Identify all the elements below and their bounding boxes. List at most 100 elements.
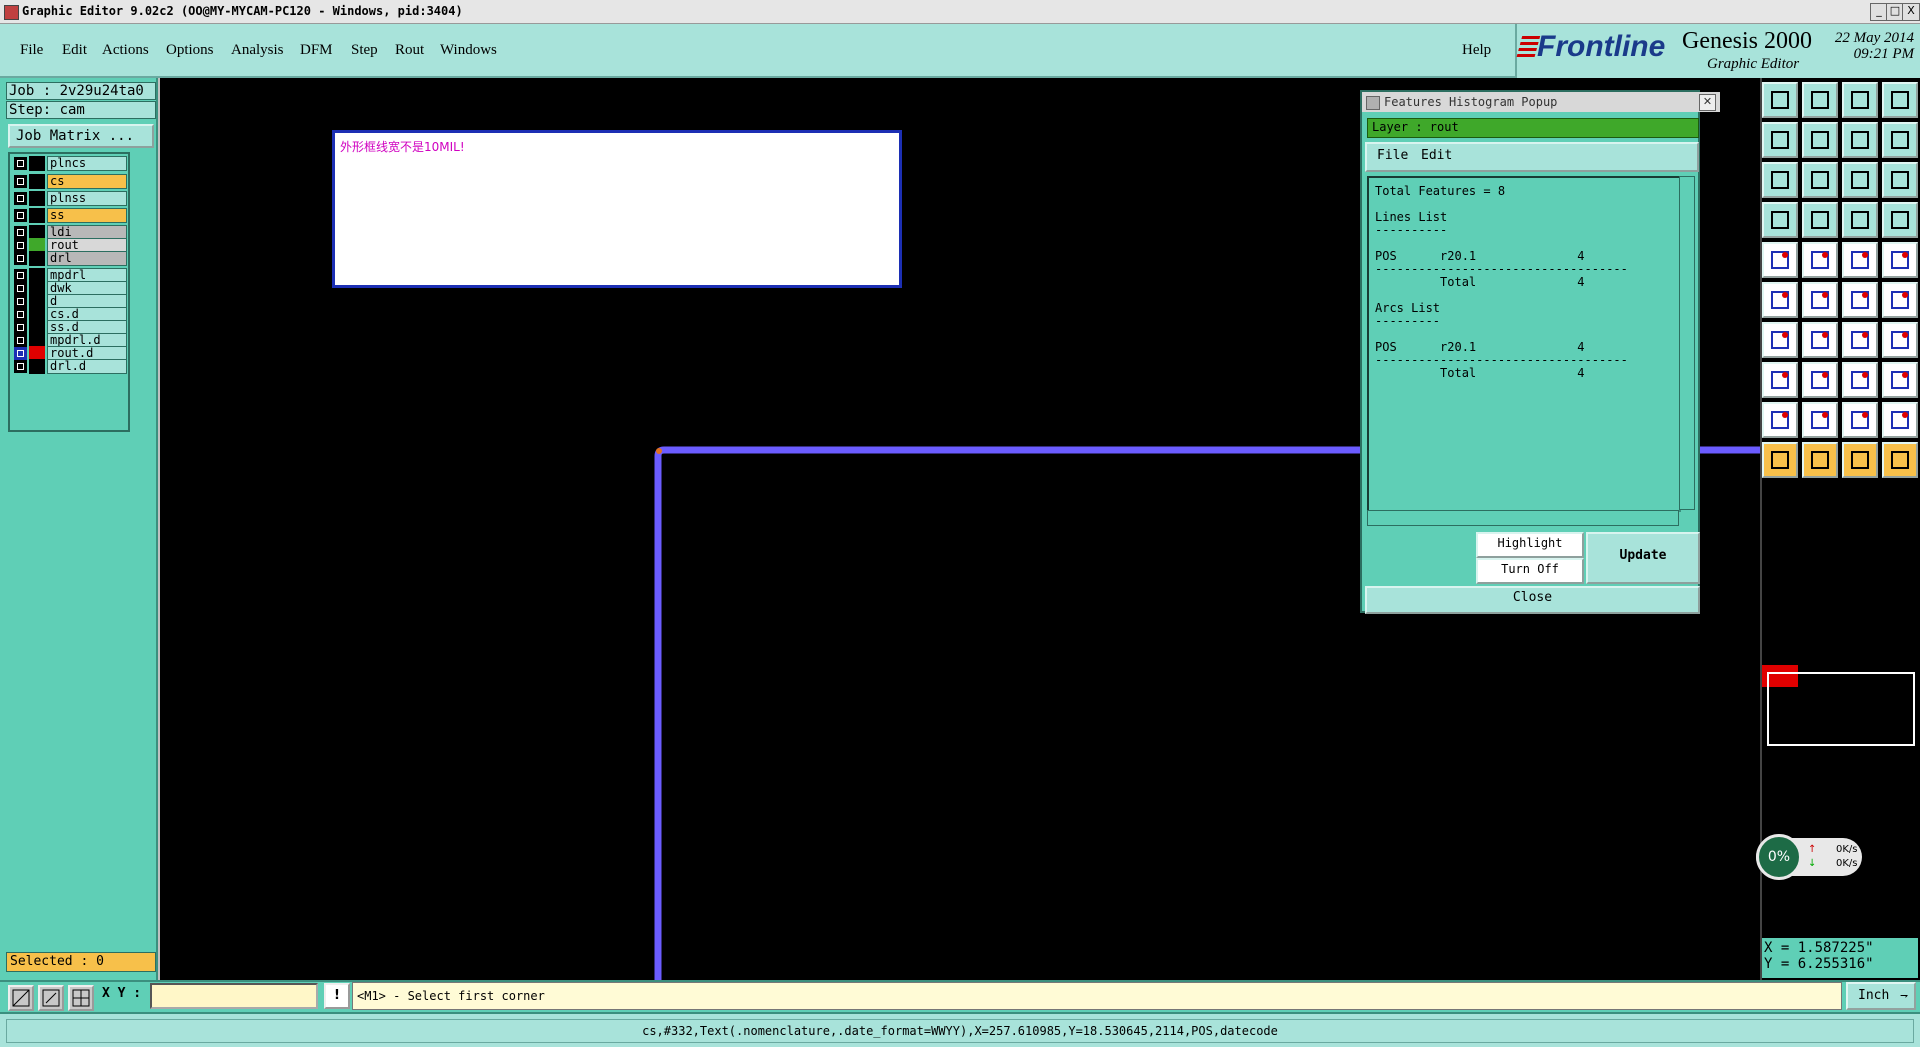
menu-help[interactable]: Help [1462,42,1491,59]
dot-icon[interactable] [1882,242,1918,278]
layer-checkbox[interactable] [14,157,27,170]
menu-rout[interactable]: Rout [395,42,424,59]
undo-icon[interactable] [1842,122,1878,158]
center-icon[interactable] [1802,162,1838,198]
points-icon[interactable] [1842,282,1878,318]
layer-row[interactable]: drl [12,251,128,266]
link-icon[interactable] [1882,202,1918,238]
layers-icon[interactable] [1842,202,1878,238]
layer-color-swatch[interactable] [29,359,45,374]
popup-menu-edit[interactable]: Edit [1421,148,1452,163]
layer-row[interactable]: plnss [12,191,128,206]
arrow-b-icon[interactable] [1882,402,1918,438]
triangle-icon[interactable] [1762,402,1798,438]
zoom-window-icon[interactable] [8,985,34,1011]
menu-file[interactable]: File [20,42,43,59]
node-icon[interactable] [1882,282,1918,318]
menu-edit[interactable]: Edit [62,42,87,59]
layer-row[interactable]: cs [12,174,128,189]
layer-checkbox[interactable] [14,252,27,265]
job-matrix-button[interactable]: Job Matrix ... [8,124,154,148]
select-icon[interactable] [1802,442,1838,478]
units-select[interactable]: Inch ⇁ [1846,982,1916,1010]
house-icon[interactable] [1842,82,1878,118]
circle-icon[interactable] [1762,242,1798,278]
update-button[interactable]: Update [1586,532,1700,584]
vertical-scrollbar[interactable] [1679,176,1695,510]
grid-icon[interactable] [1802,202,1838,238]
angle-icon[interactable] [1762,322,1798,358]
arc-icon[interactable] [1842,322,1878,358]
layout-icon[interactable] [1882,82,1918,118]
multi-select-icon[interactable] [1882,442,1918,478]
layer-name[interactable]: plnss [47,191,127,206]
horizontal-scrollbar[interactable] [1367,510,1679,526]
cross-icon[interactable] [1802,282,1838,318]
grid-icon[interactable] [68,985,94,1011]
popup-title-bar: Features Histogram Popup ✕ [1362,92,1720,112]
layer-color-swatch[interactable] [29,251,45,266]
pads-icon[interactable] [1842,242,1878,278]
highlight-button[interactable]: Highlight [1476,532,1584,558]
route-icon[interactable] [1882,322,1918,358]
layer-checkbox[interactable] [14,175,27,188]
layer-name[interactable]: cs [47,174,127,189]
histogram-line: ---------- [1375,223,1448,237]
menu-analysis[interactable]: Analysis [231,42,284,59]
layer-name[interactable]: drl [47,251,127,266]
home-icon[interactable] [1762,82,1798,118]
histogram-line: Total 4 [1375,366,1585,380]
download-rate: 0K/s [1836,858,1858,869]
layer-row[interactable]: ss [12,208,128,223]
line-icon[interactable] [1802,362,1838,398]
product-name: Genesis 2000 [1682,28,1812,54]
layer-row[interactable]: drl.d [12,359,128,374]
menu-step[interactable]: Step [351,42,378,59]
arrow-a-icon[interactable] [1842,402,1878,438]
menu-options[interactable]: Options [166,42,214,59]
menu-windows[interactable]: Windows [440,42,497,59]
brand-logo: Frontline [1537,30,1666,63]
layer-color-swatch[interactable] [29,191,45,206]
layer-checkbox[interactable] [14,209,27,222]
copy-icon[interactable] [1882,362,1918,398]
move-icon[interactable] [1842,362,1878,398]
layer-name[interactable]: drl.d [47,359,127,374]
menu-actions[interactable]: Actions [102,42,149,59]
pen-icon[interactable] [1802,322,1838,358]
layer-color-swatch[interactable] [29,156,45,171]
layer-color-swatch[interactable] [29,208,45,223]
fit-icon[interactable] [1762,162,1798,198]
scale-icon[interactable] [1842,162,1878,198]
layer-row[interactable]: plncs [12,156,128,171]
layer-checkbox[interactable] [14,360,27,373]
save-icon[interactable] [1802,82,1838,118]
layer-checkbox[interactable] [14,192,27,205]
right-arrow-icon[interactable] [1802,122,1838,158]
layer-name[interactable]: ss [47,208,127,223]
redo-icon[interactable] [1882,122,1918,158]
measure-icon[interactable] [38,985,64,1011]
popup-close-icon[interactable]: ✕ [1699,94,1716,111]
left-arrow-icon[interactable] [1762,122,1798,158]
status-text: cs,#332,Text(.nomenclature,.date_format=… [6,1019,1914,1043]
popup-close-button[interactable]: Close [1365,586,1700,614]
histogram-list[interactable]: Total Features = 8 Lines List ---------- PO… [1367,176,1681,512]
layer-name[interactable]: plncs [47,156,127,171]
close-window-button[interactable]: X [1902,3,1920,21]
connect-icon[interactable] [1762,282,1798,318]
selector-icon[interactable] [1842,442,1878,478]
overview-window[interactable] [1767,672,1915,746]
layer-color-swatch[interactable] [29,174,45,189]
xy-input[interactable] [150,983,318,1009]
polygon-icon[interactable] [1802,242,1838,278]
exclaim-button[interactable]: ! [324,983,350,1009]
help-icon[interactable] [1882,162,1918,198]
popup-menu-file[interactable]: File [1377,148,1408,163]
add-pad-icon[interactable] [1762,362,1798,398]
snap-icon[interactable] [1762,202,1798,238]
turn-off-button[interactable]: Turn Off [1476,558,1584,584]
menu-dfm[interactable]: DFM [300,42,333,59]
arrow-up-icon[interactable] [1802,402,1838,438]
pointer-icon[interactable] [1762,442,1798,478]
